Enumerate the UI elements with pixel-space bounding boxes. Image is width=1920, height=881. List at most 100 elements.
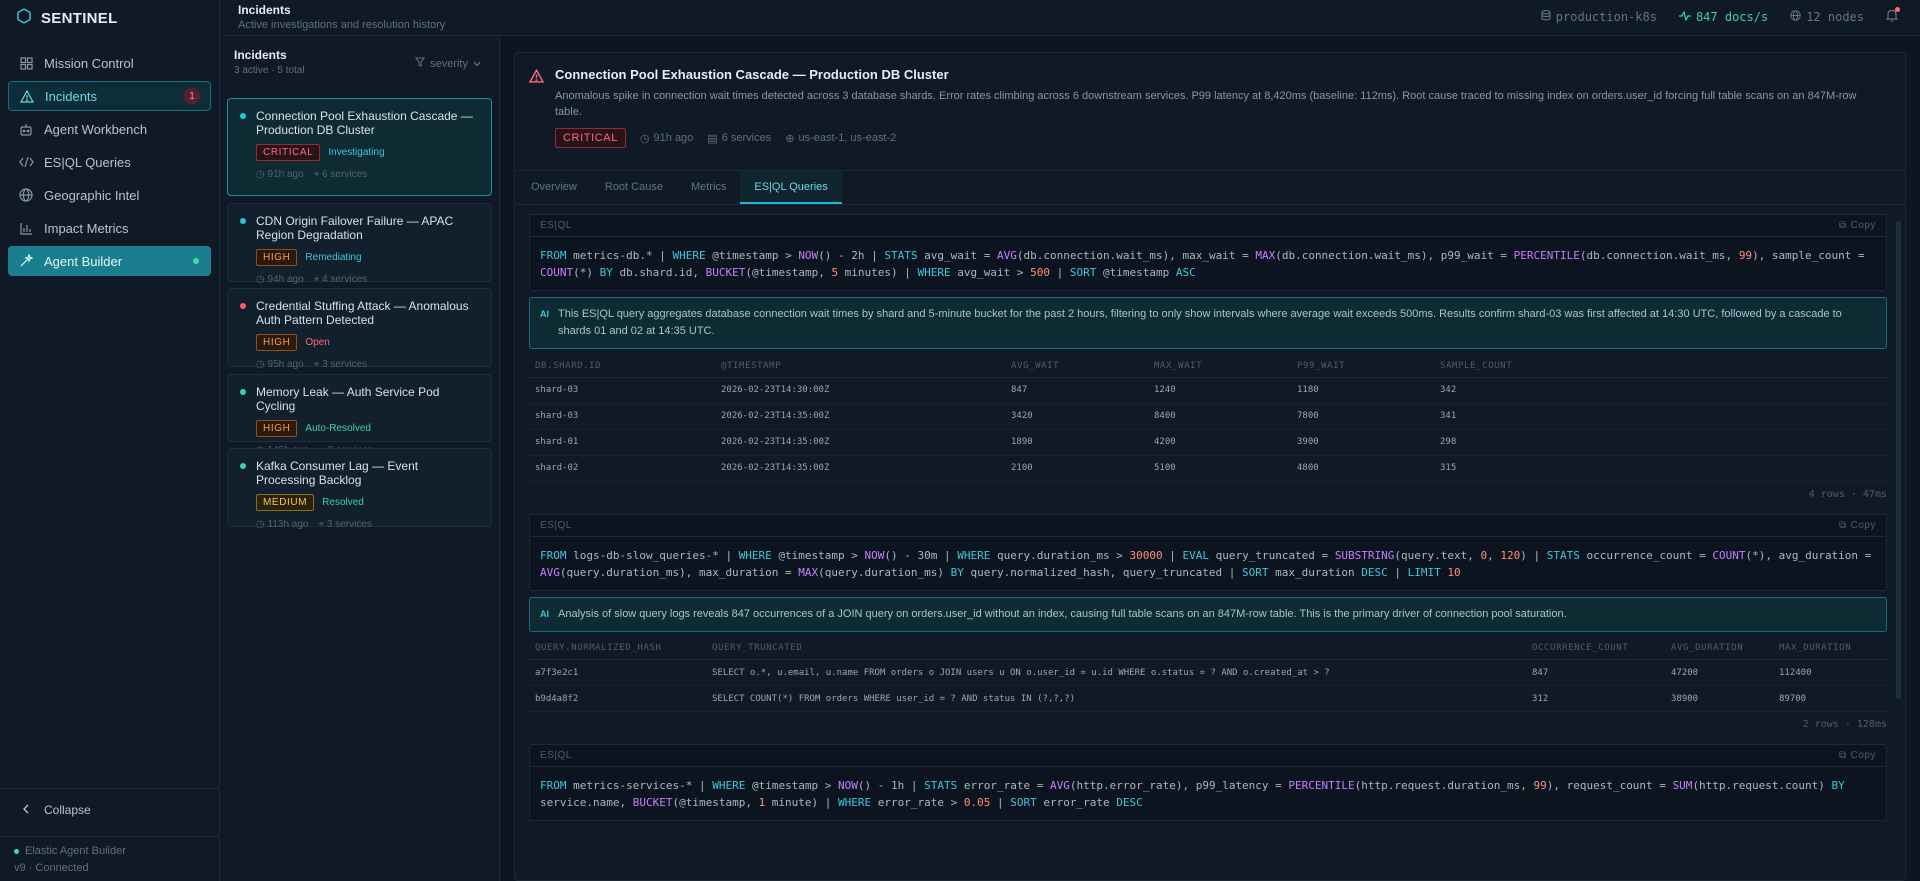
cell: 1180 (1291, 377, 1434, 404)
services-value: 4 services (322, 274, 368, 285)
column-header: MAX_WAIT (1148, 355, 1291, 378)
cluster-indicator[interactable]: production-k8s (1541, 10, 1657, 24)
copy-button[interactable]: ⧉ Copy (1839, 215, 1876, 237)
tab-esql-queries[interactable]: ES|QL Queries (740, 171, 842, 204)
sidebar-item-geographic-intel[interactable]: Geographic Intel (8, 180, 211, 210)
cell: 312 (1526, 685, 1665, 712)
query-language-label: ES|QL (540, 220, 572, 231)
cell: SELECT o.*, u.email, u.name FROM orders … (706, 659, 1526, 686)
ingest-rate-value: 847 docs/s (1695, 10, 1769, 24)
age-value: 94h ago (267, 274, 304, 285)
status-dot (240, 218, 246, 224)
cell: 2026-02-23T14:35:00Z (715, 403, 1005, 430)
cell: 1240 (1148, 377, 1291, 404)
incident-list-panel: Incidents 3 active · 5 total severity Co… (220, 37, 500, 881)
footer-product: Elastic Agent Builder (25, 845, 126, 857)
copy-label: Copy (1850, 519, 1876, 531)
cell: 315 (1434, 455, 1887, 482)
sort-label: severity (430, 57, 468, 70)
globe-icon: ⊕ (785, 132, 795, 145)
table-row: a7f3e2c1 SELECT o.*, u.email, u.name FROM… (529, 659, 1887, 686)
sidebar-item-impact-metrics[interactable]: Impact Metrics (8, 213, 211, 243)
sidebar-item-esql-queries[interactable]: ES|QL Queries (8, 147, 211, 177)
notifications-button[interactable] (1885, 7, 1900, 25)
sidebar: SENTINEL Mission Control Incidents 1 Age… (0, 0, 220, 881)
column-header: DB.SHARD.ID (529, 355, 715, 378)
incident-title: Memory Leak — Auth Service Pod Cycling (256, 385, 440, 413)
cell: 5100 (1148, 455, 1291, 482)
sidebar-item-incidents[interactable]: Incidents 1 (8, 81, 211, 111)
cell: shard-03 (529, 403, 715, 430)
incident-card[interactable]: Connection Pool Exhaustion Cascade — Pro… (227, 98, 492, 196)
column-header: P99_WAIT (1291, 355, 1434, 378)
services-value: 3 services (326, 519, 372, 530)
severity-badge: MEDIUM (256, 494, 315, 511)
cell: 38900 (1665, 685, 1773, 712)
age-value: 113h ago (267, 519, 309, 530)
services-value: 3 services (322, 359, 368, 370)
status-label: Open (305, 337, 330, 348)
status-dot (14, 848, 19, 854)
cell: 3900 (1291, 429, 1434, 456)
tab-metrics[interactable]: Metrics (677, 171, 740, 204)
node-count-value: 12 nodes (1806, 10, 1864, 24)
cell: 8400 (1148, 403, 1291, 430)
column-header: QUERY.NORMALIZED_HASH (529, 637, 706, 660)
alert-triangle-icon (19, 88, 35, 104)
chevron-down-icon (473, 58, 481, 70)
status-dot (240, 389, 246, 395)
cell: 342 (1434, 377, 1887, 404)
age-value: 95h ago (267, 359, 304, 370)
incident-card[interactable]: Memory Leak — Auth Service Pod Cycling H… (227, 374, 492, 456)
tab-root-cause[interactable]: Root Cause (591, 171, 677, 204)
filter-icon (414, 57, 426, 70)
ai-explanation: AI Analysis of slow query logs reveals 8… (529, 596, 1887, 632)
server-icon: ▤ (707, 132, 718, 145)
sort-dropdown[interactable]: severity (414, 57, 481, 70)
activity-icon (1678, 10, 1691, 24)
cluster-name: production-k8s (1555, 10, 1657, 24)
copy-label: Copy (1850, 220, 1876, 231)
services-value: 6 services (322, 169, 368, 180)
bar-chart-icon (18, 220, 34, 236)
cell: 3420 (1005, 403, 1148, 430)
severity-badge: HIGH (256, 334, 298, 351)
results-table: QUERY.NORMALIZED_HASH QUERY_TRUNCATED OC… (529, 637, 1887, 712)
grid-icon (18, 55, 34, 71)
top-header: Incidents Active investigations and reso… (220, 0, 1920, 36)
sidebar-item-label: ES|QL Queries (44, 154, 131, 170)
sidebar-item-agent-workbench[interactable]: Agent Workbench (8, 114, 211, 144)
incident-detail-title: Connection Pool Exhaustion Cascade — Pro… (555, 67, 949, 82)
incident-list-header: Incidents 3 active · 5 total severity (220, 37, 499, 87)
severity-badge: HIGH (256, 420, 298, 437)
incident-detail-meta: CRITICAL ◷ 91h ago ▤ 6 services ⊕ us-east-1… (555, 128, 1885, 148)
incident-card[interactable]: Kafka Consumer Lag — Event Processing Ba… (227, 448, 492, 530)
scrollbar[interactable] (1896, 221, 1901, 699)
collapse-button[interactable]: Collapse (0, 788, 219, 830)
query-code[interactable]: FROM logs-db-slow_queries-* | WHERE @tim… (530, 537, 1886, 590)
severity-badge: CRITICAL (256, 144, 321, 161)
incident-card[interactable]: CDN Origin Failover Failure — APAC Regio… (227, 203, 492, 285)
tab-overview[interactable]: Overview (517, 171, 591, 204)
query-code[interactable]: FROM metrics-services-* | WHERE @timesta… (530, 767, 1886, 820)
query-code[interactable]: FROM metrics-db.* | WHERE @timestamp > N… (530, 237, 1886, 290)
brand[interactable]: SENTINEL (0, 0, 219, 36)
alert-triangle-icon (528, 68, 545, 86)
incident-card[interactable]: Credential Stuffing Attack — Anomalous A… (227, 288, 492, 370)
sidebar-item-label: Geographic Intel (44, 187, 140, 203)
cell: 2100 (1005, 455, 1148, 482)
cell: b9d4a8f2 (529, 685, 706, 712)
globe-icon (1790, 10, 1801, 24)
incident-detail-panel: Connection Pool Exhaustion Cascade — Pro… (514, 52, 1906, 881)
ai-explanation-text: This ES|QL query aggregates database con… (558, 308, 1842, 337)
cell: 47200 (1665, 659, 1773, 686)
sidebar-item-agent-builder[interactable]: Agent Builder (8, 246, 211, 276)
cell: 298 (1434, 429, 1887, 456)
sidebar-item-mission-control[interactable]: Mission Control (8, 48, 211, 78)
cell: 112400 (1773, 659, 1887, 686)
copy-button[interactable]: ⧉ Copy (1839, 515, 1876, 537)
node-count: 12 nodes (1790, 10, 1864, 24)
cell: 2026-02-23T14:35:00Z (715, 429, 1005, 456)
copy-button[interactable]: ⧉ Copy (1839, 745, 1876, 767)
query-block: ES|QL ⧉ Copy FROM logs-db-slow_queries-* … (529, 513, 1887, 591)
